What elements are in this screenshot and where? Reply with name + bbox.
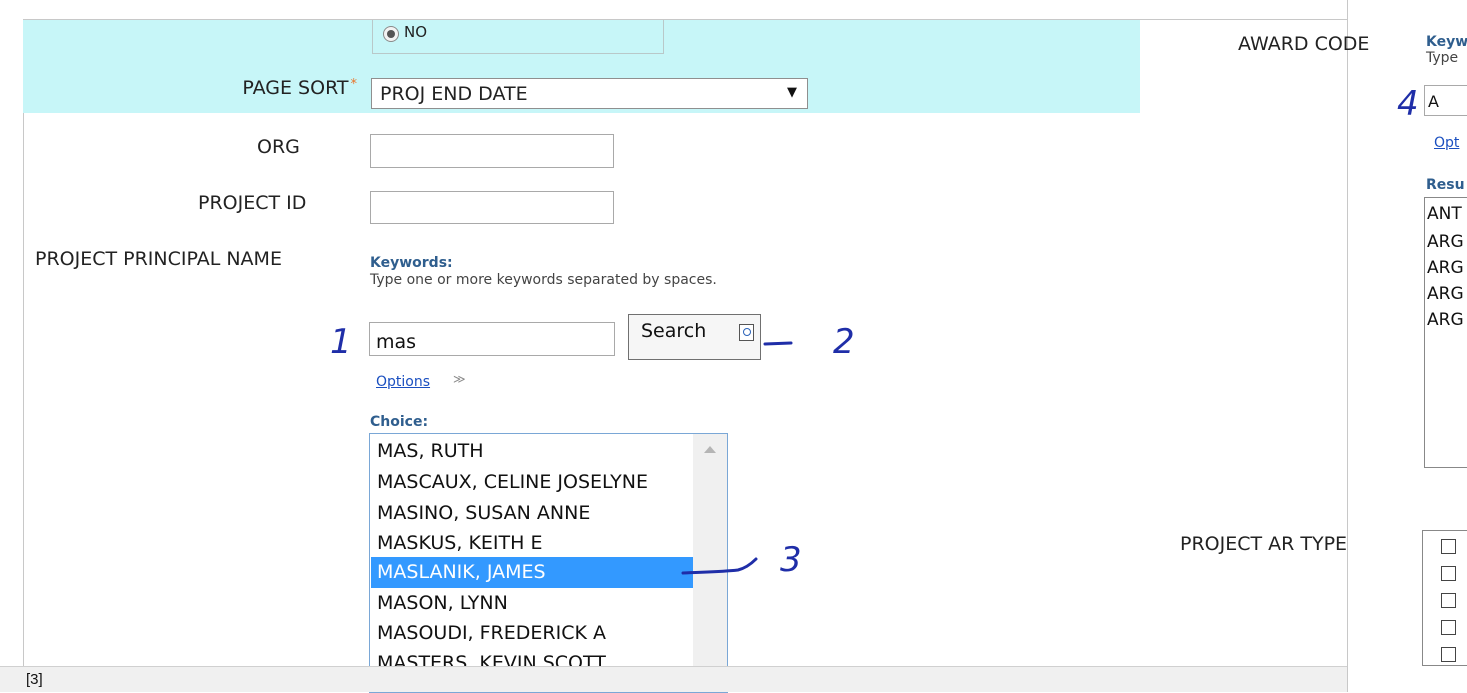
annotation-2: 2 xyxy=(833,322,855,362)
list-item[interactable]: MAS, RUTH xyxy=(371,436,693,467)
org-label: ORG xyxy=(257,136,300,158)
result-item[interactable]: ANT xyxy=(1427,204,1462,224)
figure-caption: [3] xyxy=(0,666,1347,692)
annotation-3-line xyxy=(681,557,758,575)
org-input[interactable] xyxy=(370,134,614,168)
project-id-label: PROJECT ID xyxy=(198,192,307,214)
choice-heading: Choice: xyxy=(370,414,429,430)
page-sort-value: PROJ END DATE xyxy=(380,83,528,105)
radio-no-label: NO xyxy=(404,23,428,41)
annotation-4: 4 xyxy=(1397,84,1419,124)
project-id-input[interactable] xyxy=(370,191,614,224)
award-keywords-help: Type xyxy=(1426,50,1459,66)
list-item[interactable]: MASON, LYNN xyxy=(371,588,693,619)
result-item[interactable]: ARG xyxy=(1427,310,1464,330)
search-button-label: Search xyxy=(641,320,707,342)
required-asterisk: * xyxy=(350,77,358,92)
result-item[interactable]: ARG xyxy=(1427,258,1464,278)
ar-type-checkbox[interactable] xyxy=(1441,593,1456,608)
radio-no[interactable] xyxy=(383,26,399,42)
annotation-2-line xyxy=(763,341,793,346)
award-options-link[interactable]: Opt xyxy=(1434,135,1459,151)
page-sort-label-text: PAGE SORT xyxy=(242,77,349,99)
chevron-down-icon[interactable]: ≫ xyxy=(453,372,466,386)
list-item[interactable]: MASINO, SUSAN ANNE xyxy=(371,498,693,529)
ar-type-checkbox[interactable] xyxy=(1441,539,1456,554)
choice-listbox[interactable]: MAS, RUTH MASCAUX, CELINE JOSELYNE MASIN… xyxy=(369,433,728,693)
dropdown-arrow-icon: ▼ xyxy=(787,85,797,100)
keywords-heading: Keywords: xyxy=(370,255,453,271)
ar-type-checkbox[interactable] xyxy=(1441,566,1456,581)
result-item[interactable]: ARG xyxy=(1427,232,1464,252)
ar-type-checkbox[interactable] xyxy=(1441,620,1456,635)
ar-type-checkbox-group xyxy=(1422,530,1467,666)
frame-right-line xyxy=(1347,0,1348,692)
list-item[interactable]: MASOUDI, FREDERICK A xyxy=(371,618,693,649)
award-code-label: AWARD CODE xyxy=(1238,33,1370,55)
annotation-1: 1 xyxy=(330,322,352,362)
result-item[interactable]: ARG xyxy=(1427,284,1464,304)
page-sort-label: PAGE SORT * xyxy=(242,77,357,99)
list-item-selected[interactable]: MASLANIK, JAMES xyxy=(371,557,693,588)
search-button[interactable]: Search xyxy=(628,314,761,360)
award-search-input[interactable]: A xyxy=(1424,85,1467,116)
award-results-listbox[interactable]: ANT ARG ARG ARG ARG xyxy=(1424,197,1467,468)
principal-name-label: PROJECT PRINCIPAL NAME xyxy=(35,248,282,270)
list-item[interactable]: MASCAUX, CELINE JOSELYNE xyxy=(371,467,693,498)
search-icon xyxy=(739,324,754,341)
ar-type-checkbox[interactable] xyxy=(1441,647,1456,662)
options-link[interactable]: Options xyxy=(376,374,430,390)
award-results-heading: Resu xyxy=(1426,177,1465,193)
scroll-up-arrow-icon[interactable] xyxy=(704,446,716,453)
page-sort-select[interactable]: PROJ END DATE ▼ xyxy=(371,78,808,109)
frame-left-line xyxy=(23,19,24,666)
annotation-3: 3 xyxy=(780,540,802,580)
project-ar-type-label: PROJECT AR TYPE xyxy=(1180,533,1348,555)
principal-search-input[interactable]: mas xyxy=(369,322,615,356)
award-keywords-heading: Keyw xyxy=(1426,34,1467,50)
list-item[interactable]: MASKUS, KEITH E xyxy=(371,528,693,559)
keywords-help-text: Type one or more keywords separated by s… xyxy=(370,272,717,288)
